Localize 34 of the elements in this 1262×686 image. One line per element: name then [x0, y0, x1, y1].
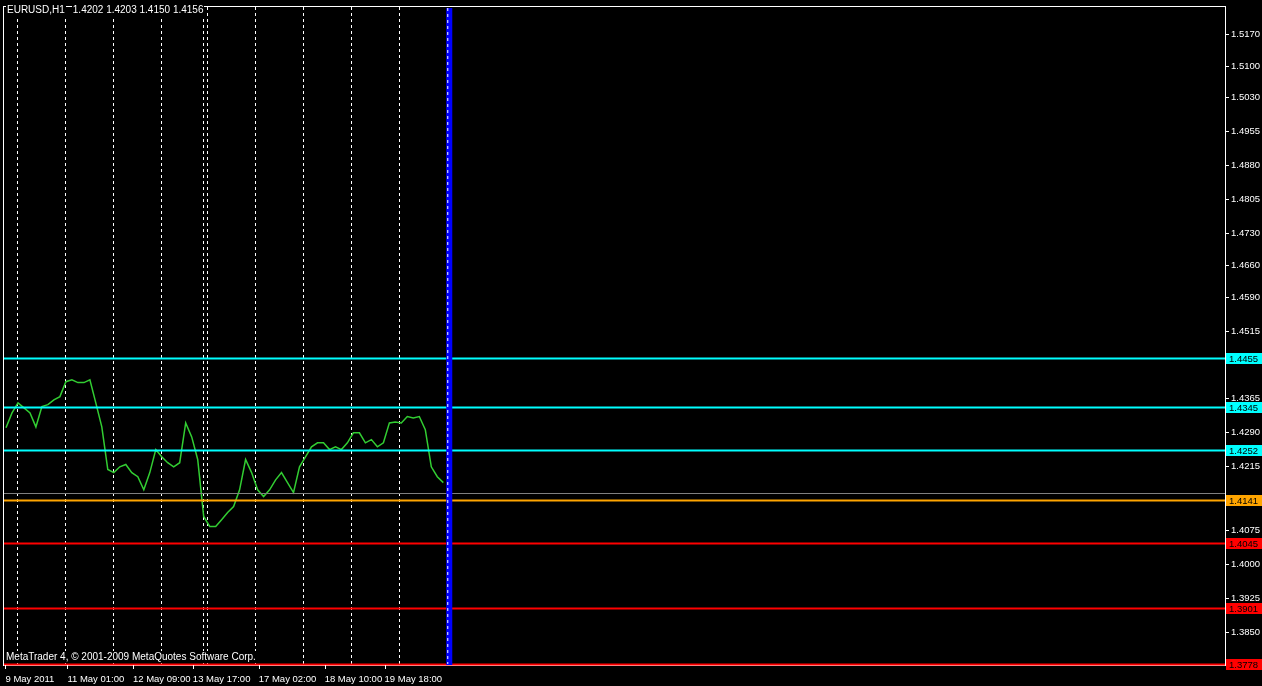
price-axis-label: 1.4730 [1231, 227, 1261, 238]
symbol-label: EURUSD,H1 [6, 4, 66, 16]
price-tag: 1.3778 [1226, 659, 1262, 670]
price-axis-label: 1.3925 [1231, 592, 1261, 603]
price-axis-label: 1.4805 [1231, 193, 1261, 204]
price-tag: 1.4345 [1226, 402, 1262, 413]
price-axis-label: 1.4515 [1231, 325, 1261, 336]
price-axis-label: 1.4590 [1231, 291, 1261, 302]
price-tag: 1.4252 [1226, 445, 1262, 456]
price-axis-label: 1.4880 [1231, 159, 1261, 170]
time-axis-label: 11 May 01:00 [67, 673, 125, 684]
price-axis-label: 1.4215 [1231, 460, 1261, 471]
price-axis-label: 1.4075 [1231, 524, 1261, 535]
time-axis-label: 19 May 18:00 [384, 673, 443, 684]
price-tag: 1.4455 [1226, 353, 1262, 364]
price-axis-label: 1.4955 [1231, 125, 1261, 136]
ohlc-values: 1.4202 1.4203 1.4150 1.4156 [71, 4, 205, 16]
price-axis-label: 1.4290 [1231, 426, 1261, 437]
time-axis-label: 18 May 10:00 [324, 673, 383, 684]
price-axis-label: 1.5030 [1231, 91, 1261, 102]
time-axis-label: 12 May 09:00 [132, 673, 191, 684]
price-axis-label: 1.3850 [1231, 626, 1261, 637]
price-axis-label: 1.4365 [1231, 392, 1261, 403]
price-axis-label: 1.5100 [1231, 60, 1261, 71]
price-axis-label: 1.4660 [1231, 259, 1261, 270]
price-axis-label: 1.5170 [1231, 28, 1261, 39]
price-axis-label: 1.4000 [1231, 558, 1261, 569]
time-axis-label: 9 May 2011 [5, 673, 55, 684]
time-axis-label: 17 May 02:00 [258, 673, 317, 684]
copyright-text: MetaTrader 4, © 2001-2009 MetaQuotes Software Corp. [5, 651, 257, 663]
price-tag: 1.4045 [1226, 538, 1262, 549]
time-axis-label: 13 May 17:00 [192, 673, 251, 684]
price-tag: 1.4141 [1226, 495, 1262, 506]
price-tag: 1.3901 [1226, 603, 1262, 614]
